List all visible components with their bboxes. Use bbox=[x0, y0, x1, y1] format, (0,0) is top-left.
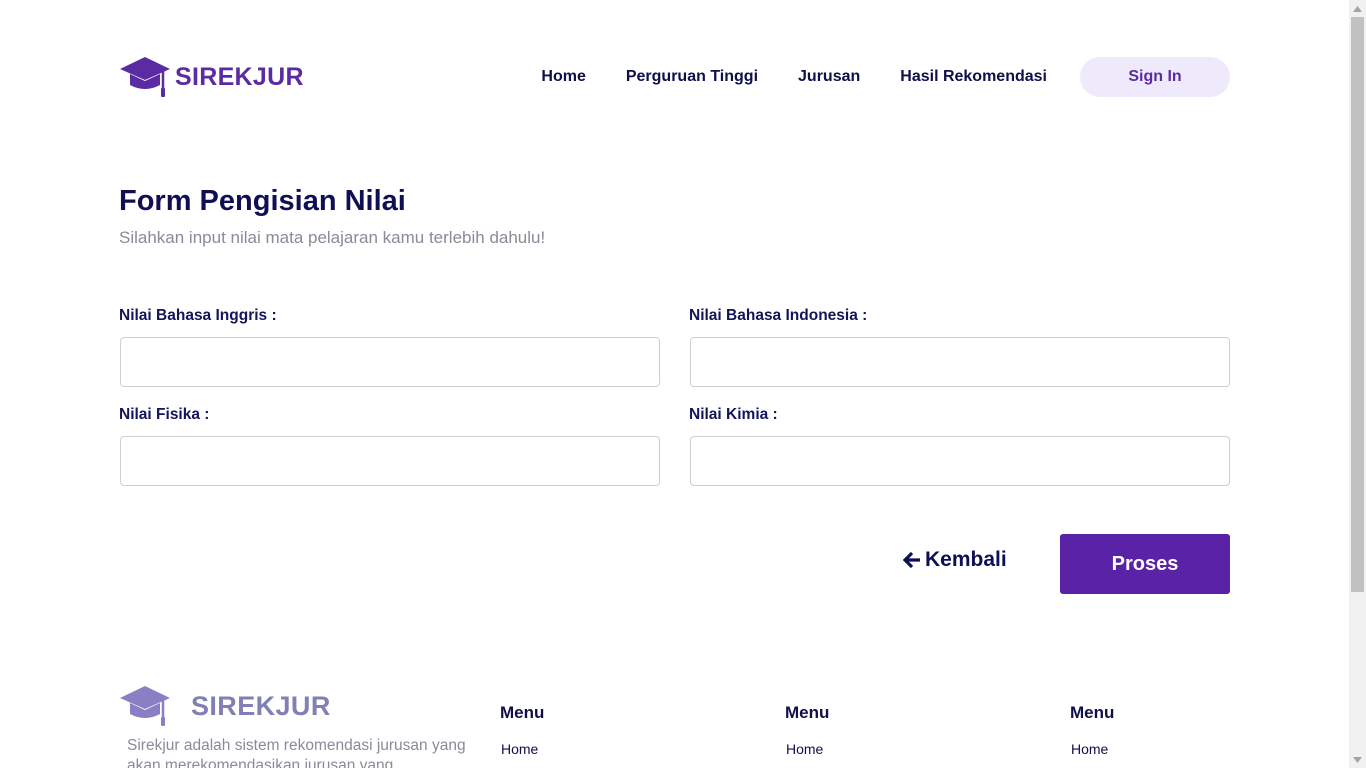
label-fisika: Nilai Fisika : bbox=[119, 406, 210, 423]
input-bahasa-indonesia[interactable] bbox=[690, 337, 1230, 387]
header-logo[interactable]: SIREKJUR bbox=[119, 55, 304, 99]
label-bahasa-inggris: Nilai Bahasa Inggris : bbox=[119, 307, 277, 324]
nav-home[interactable]: Home bbox=[541, 57, 585, 97]
page: SIREKJUR Home Perguruan Tinggi Jurusan H… bbox=[0, 0, 1349, 768]
footer-logo-text: SIREKJUR bbox=[191, 690, 331, 721]
footer-col-2-title: Menu bbox=[785, 703, 830, 722]
proses-button[interactable]: Proses bbox=[1060, 534, 1230, 594]
vertical-scrollbar[interactable] bbox=[1349, 0, 1366, 768]
label-bahasa-indonesia: Nilai Bahasa Indonesia : bbox=[689, 307, 868, 324]
footer-logo: SIREKJUR bbox=[119, 684, 331, 728]
graduation-cap-icon bbox=[120, 57, 170, 97]
arrow-left-icon bbox=[903, 551, 920, 569]
scroll-down-arrow-icon[interactable] bbox=[1349, 751, 1366, 768]
nav-jurusan[interactable]: Jurusan bbox=[798, 57, 860, 97]
page-title: Form Pengisian Nilai bbox=[119, 185, 406, 217]
input-fisika[interactable] bbox=[120, 436, 660, 486]
label-kimia: Nilai Kimia : bbox=[689, 406, 778, 423]
footer-col-3-title: Menu bbox=[1070, 703, 1115, 722]
main-nav: Home Perguruan Tinggi Jurusan Hasil Reko… bbox=[541, 57, 1230, 97]
back-button-label: Kembali bbox=[925, 548, 1007, 571]
back-button[interactable]: Kembali bbox=[903, 548, 1007, 572]
page-subtitle: Silahkan input nilai mata pelajaran kamu… bbox=[119, 228, 546, 247]
footer-col-1-title: Menu bbox=[500, 703, 545, 722]
footer-col-3-link-home[interactable]: Home bbox=[1071, 741, 1108, 757]
scrollbar-thumb[interactable] bbox=[1351, 17, 1364, 592]
footer-col-2-link-home[interactable]: Home bbox=[786, 741, 823, 757]
sign-in-button[interactable]: Sign In bbox=[1080, 57, 1230, 97]
footer-description: Sirekjur adalah sistem rekomendasi jurus… bbox=[127, 737, 466, 768]
logo-text: SIREKJUR bbox=[175, 62, 304, 91]
input-kimia[interactable] bbox=[690, 436, 1230, 486]
nav-hasil-rekomendasi[interactable]: Hasil Rekomendasi bbox=[900, 57, 1047, 97]
scroll-up-arrow-icon[interactable] bbox=[1349, 0, 1366, 17]
graduation-cap-icon bbox=[120, 686, 170, 726]
input-bahasa-inggris[interactable] bbox=[120, 337, 660, 387]
nav-perguruan-tinggi[interactable]: Perguruan Tinggi bbox=[626, 57, 758, 97]
footer-col-1-link-home[interactable]: Home bbox=[501, 741, 538, 757]
